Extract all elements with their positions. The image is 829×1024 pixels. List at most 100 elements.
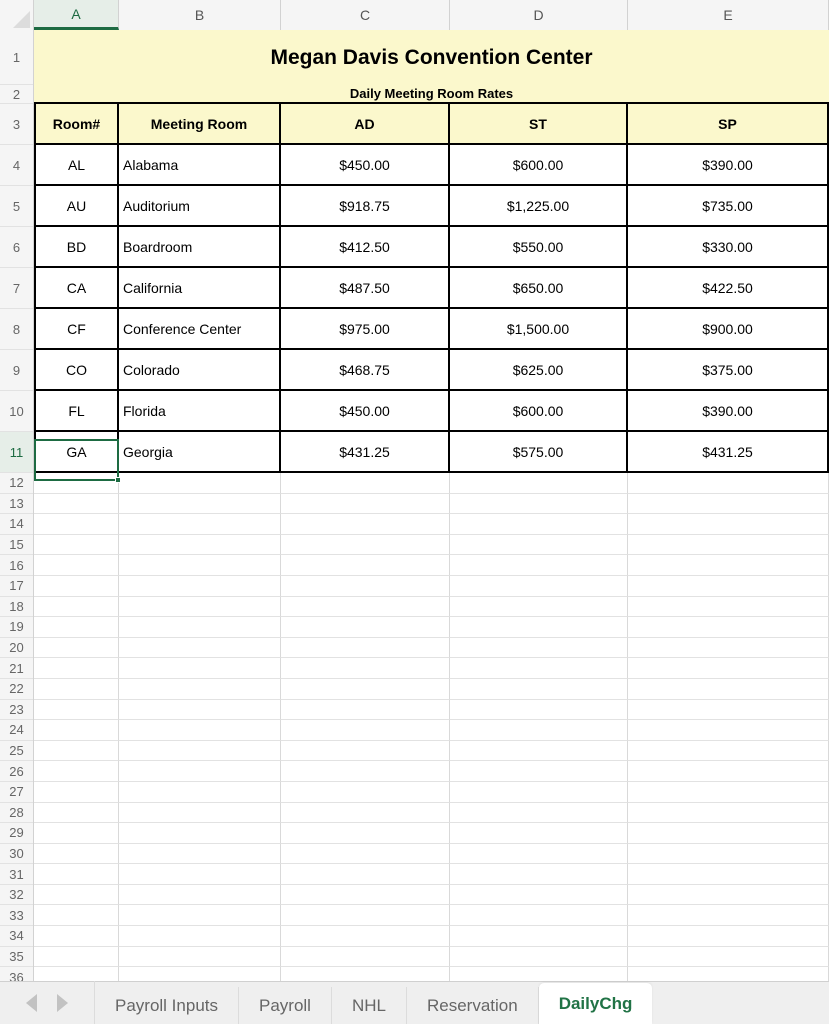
table-header-0[interactable]: Room#: [34, 104, 119, 145]
cell-B18[interactable]: [119, 596, 281, 618]
cell-D22[interactable]: [450, 678, 628, 700]
cell-C25[interactable]: [281, 740, 450, 762]
cell-E9[interactable]: $375.00: [628, 350, 829, 391]
subtitle-cell[interactable]: Daily Meeting Room Rates: [34, 85, 829, 104]
row-header-3[interactable]: 3: [0, 104, 33, 145]
sheet-tab-dailychg[interactable]: DailyChg: [538, 983, 653, 1024]
cell-E8[interactable]: $900.00: [628, 309, 829, 350]
cell-B9[interactable]: Colorado: [119, 350, 281, 391]
cell-A32[interactable]: [34, 884, 119, 906]
cell-C5[interactable]: $918.75: [281, 186, 450, 227]
cell-C36[interactable]: [281, 967, 450, 981]
cell-D29[interactable]: [450, 823, 628, 844]
row-header-14[interactable]: 14: [0, 514, 33, 535]
cell-E28[interactable]: [628, 802, 829, 824]
cell-C10[interactable]: $450.00: [281, 391, 450, 432]
cell-E32[interactable]: [628, 884, 829, 906]
cell-D27[interactable]: [450, 781, 628, 803]
cell-E33[interactable]: [628, 905, 829, 927]
cell-A28[interactable]: [34, 802, 119, 824]
cell-B21[interactable]: [119, 658, 281, 679]
cell-A16[interactable]: [34, 555, 119, 576]
cell-A23[interactable]: [34, 699, 119, 721]
cell-D30[interactable]: [450, 843, 628, 865]
cell-E27[interactable]: [628, 781, 829, 803]
row-header-27[interactable]: 27: [0, 781, 33, 803]
cell-B32[interactable]: [119, 884, 281, 906]
cell-B30[interactable]: [119, 843, 281, 865]
cell-A19[interactable]: [34, 617, 119, 638]
cell-C32[interactable]: [281, 884, 450, 906]
row-header-30[interactable]: 30: [0, 843, 33, 865]
cell-D13[interactable]: [450, 493, 628, 515]
cell-B11[interactable]: Georgia: [119, 432, 281, 473]
cell-A17[interactable]: [34, 575, 119, 597]
cell-C18[interactable]: [281, 596, 450, 618]
sheet-tab-payroll-inputs[interactable]: Payroll Inputs: [95, 987, 239, 1024]
cell-A35[interactable]: [34, 946, 119, 968]
cell-A25[interactable]: [34, 740, 119, 762]
cell-C16[interactable]: [281, 555, 450, 576]
cell-A33[interactable]: [34, 905, 119, 927]
row-header-12[interactable]: 12: [0, 473, 33, 494]
cell-D19[interactable]: [450, 617, 628, 638]
cell-A5[interactable]: AU: [34, 186, 119, 227]
cell-B23[interactable]: [119, 699, 281, 721]
cell-E23[interactable]: [628, 699, 829, 721]
fill-handle[interactable]: [115, 477, 121, 483]
cell-D32[interactable]: [450, 884, 628, 906]
row-header-21[interactable]: 21: [0, 658, 33, 679]
cell-C15[interactable]: [281, 534, 450, 556]
cell-C17[interactable]: [281, 575, 450, 597]
cell-A18[interactable]: [34, 596, 119, 618]
cell-A20[interactable]: [34, 637, 119, 659]
cell-A11[interactable]: GA: [34, 432, 119, 473]
cell-E12[interactable]: [628, 473, 829, 494]
row-header-20[interactable]: 20: [0, 637, 33, 659]
triangle-left-icon[interactable]: [26, 993, 37, 1012]
cell-C6[interactable]: $412.50: [281, 227, 450, 268]
cell-D23[interactable]: [450, 699, 628, 721]
cell-E18[interactable]: [628, 596, 829, 618]
row-header-34[interactable]: 34: [0, 926, 33, 947]
sheet-tab-payroll[interactable]: Payroll: [239, 987, 332, 1024]
cell-C8[interactable]: $975.00: [281, 309, 450, 350]
row-header-35[interactable]: 35: [0, 946, 33, 968]
cell-B12[interactable]: [119, 473, 281, 494]
cell-D4[interactable]: $600.00: [450, 145, 628, 186]
cell-B14[interactable]: [119, 514, 281, 535]
cell-E19[interactable]: [628, 617, 829, 638]
cell-C12[interactable]: [281, 473, 450, 494]
cell-D7[interactable]: $650.00: [450, 268, 628, 309]
cell-B29[interactable]: [119, 823, 281, 844]
row-header-32[interactable]: 32: [0, 884, 33, 906]
cell-A21[interactable]: [34, 658, 119, 679]
row-header-31[interactable]: 31: [0, 864, 33, 885]
cell-D11[interactable]: $575.00: [450, 432, 628, 473]
cell-A27[interactable]: [34, 781, 119, 803]
cell-C28[interactable]: [281, 802, 450, 824]
cell-B34[interactable]: [119, 926, 281, 947]
cell-C33[interactable]: [281, 905, 450, 927]
cell-B33[interactable]: [119, 905, 281, 927]
row-header-33[interactable]: 33: [0, 905, 33, 927]
cell-B35[interactable]: [119, 946, 281, 968]
row-header-25[interactable]: 25: [0, 740, 33, 762]
cell-D20[interactable]: [450, 637, 628, 659]
column-header-d[interactable]: D: [450, 0, 628, 30]
column-header-a[interactable]: A: [34, 0, 119, 30]
cell-A15[interactable]: [34, 534, 119, 556]
table-header-1[interactable]: Meeting Room: [119, 104, 281, 145]
cell-A36[interactable]: [34, 967, 119, 981]
sheet-tab-nhl[interactable]: NHL: [332, 987, 407, 1024]
cell-B7[interactable]: California: [119, 268, 281, 309]
cell-D16[interactable]: [450, 555, 628, 576]
cell-E13[interactable]: [628, 493, 829, 515]
cell-E25[interactable]: [628, 740, 829, 762]
cell-C26[interactable]: [281, 761, 450, 782]
row-header-23[interactable]: 23: [0, 699, 33, 721]
cell-B27[interactable]: [119, 781, 281, 803]
cell-E10[interactable]: $390.00: [628, 391, 829, 432]
cell-E20[interactable]: [628, 637, 829, 659]
row-header-22[interactable]: 22: [0, 678, 33, 700]
